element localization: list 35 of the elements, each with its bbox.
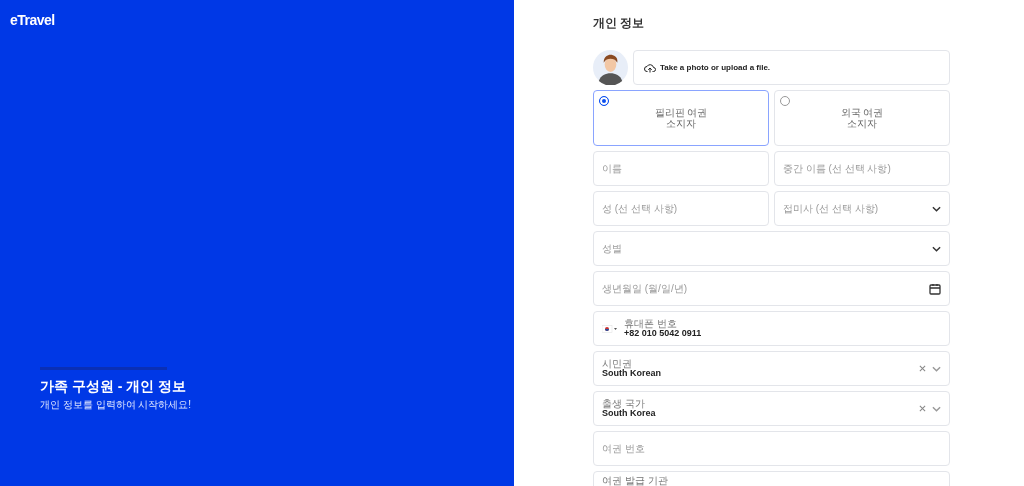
flag-dropdown-icon[interactable]: [602, 324, 618, 333]
chevron-down-icon: [932, 365, 941, 372]
text-field[interactable]: 여권 발급 기관: [593, 471, 950, 486]
dropdown-field[interactable]: 성별: [593, 231, 950, 266]
cloud-upload-icon: [644, 62, 656, 73]
clear-icon[interactable]: [919, 405, 926, 412]
calendar-icon: [929, 282, 941, 295]
text-field[interactable]: 중간 이름 (선 선택 사항): [774, 151, 950, 186]
chevron-down-icon: [932, 245, 941, 252]
field-value: +82 010 5042 0911: [624, 329, 703, 339]
clear-icon[interactable]: [919, 365, 926, 372]
field-label: 여권 발급 기관: [602, 474, 668, 486]
upload-button[interactable]: Take a photo or upload a file.: [633, 50, 950, 85]
field-label: 시민권: [602, 358, 632, 370]
passport-option[interactable]: 외국 여권 소지자: [774, 90, 950, 146]
field-label: 출생 국가: [602, 398, 645, 410]
text-field[interactable]: 성 (선 선택 사항): [593, 191, 769, 226]
text-field[interactable]: 여권 번호: [593, 431, 950, 466]
form-title: 개인 정보: [593, 15, 646, 32]
text-field[interactable]: 이름: [593, 151, 769, 186]
hero-title: 가족 구성원 - 개인 정보: [40, 377, 187, 396]
chevron-down-icon: [932, 205, 941, 212]
field-value: South Korean: [602, 369, 662, 379]
chevron-down-icon: [932, 405, 941, 412]
passport-option[interactable]: 필리핀 여권 소지자: [593, 90, 769, 146]
dropdown-field[interactable]: 출생 국가 South Korea: [593, 391, 950, 426]
hero-subtitle: 개인 정보를 입력하여 시작하세요!: [40, 398, 192, 412]
dropdown-field[interactable]: 시민권 South Korean: [593, 351, 950, 386]
logo: eTravel: [10, 11, 56, 30]
avatar-icon: [593, 50, 628, 85]
phone-field[interactable]: 휴대폰 번호 +82 010 5042 0911: [593, 311, 950, 346]
field-label: 휴대폰 번호: [624, 318, 677, 330]
field-value: South Korea: [602, 409, 657, 419]
dropdown-field[interactable]: 접미사 (선 선택 사항): [774, 191, 950, 226]
date-field[interactable]: 생년월일 (월/일/년): [593, 271, 950, 306]
